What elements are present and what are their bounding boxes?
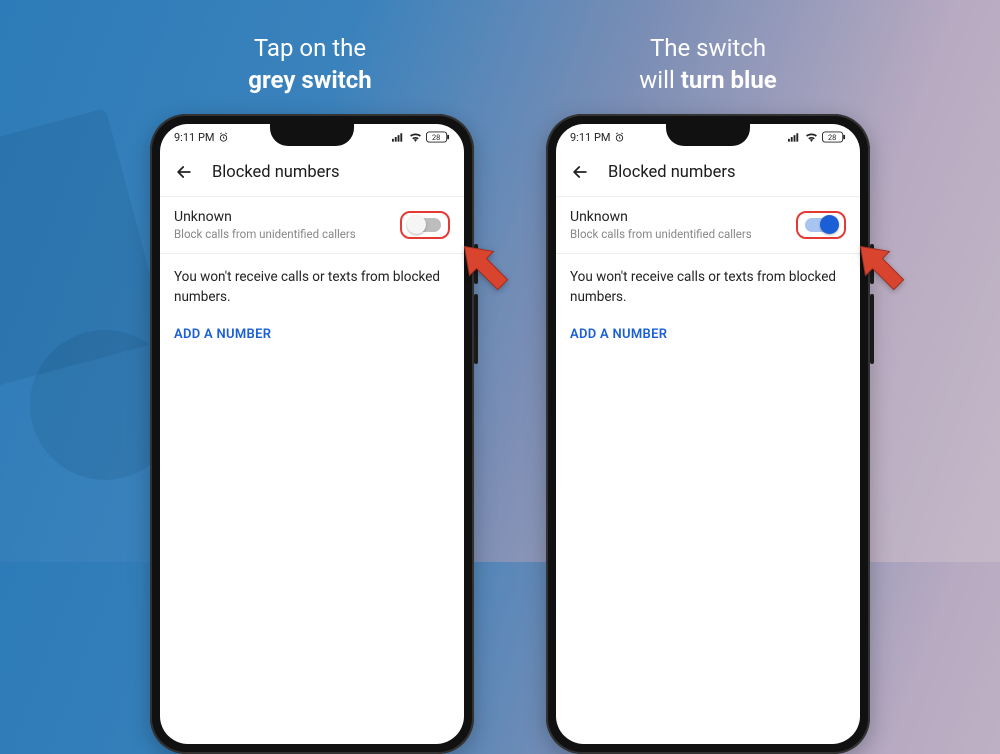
phone-notch [270,124,354,146]
row-title: Unknown [570,209,752,225]
unknown-callers-row[interactable]: Unknown Block calls from unidentified ca… [556,197,860,254]
unknown-toggle-on[interactable] [805,218,837,232]
phone-screen: 9:11 PM 28 Blocked numbers Unknown Block… [556,124,860,744]
phone-mockup-after: 9:11 PM 28 Blocked numbers Unknown Block… [546,114,870,754]
back-arrow-icon[interactable] [174,162,194,182]
info-text: You won't receive calls or texts from bl… [160,254,464,313]
row-subtitle: Block calls from unidentified callers [174,227,356,241]
back-arrow-icon[interactable] [570,162,590,182]
caption-text: The switch [650,34,766,62]
alarm-icon [218,132,229,143]
signal-icon [392,132,405,142]
switch-highlight [400,211,450,239]
callout-arrow-icon [846,232,916,302]
phone-side-button [474,294,478,364]
wifi-icon [409,132,422,142]
info-text: You won't receive calls or texts from bl… [556,254,860,313]
caption-right: The switch will turn blue [558,32,858,97]
row-title: Unknown [174,209,356,225]
status-time: 9:11 PM [174,131,214,144]
alarm-icon [614,132,625,143]
page-title: Blocked numbers [212,163,340,182]
unknown-toggle-off[interactable] [409,218,441,232]
callout-arrow-icon [450,232,520,302]
wifi-icon [805,132,818,142]
battery-icon: 28 [426,131,450,143]
unknown-callers-row[interactable]: Unknown Block calls from unidentified ca… [160,197,464,254]
caption-left: Tap on the grey switch [160,32,460,97]
caption-bold: grey switch [248,66,372,94]
add-number-button[interactable]: ADD A NUMBER [556,313,860,356]
phone-notch [666,124,750,146]
page-title: Blocked numbers [608,163,736,182]
caption-text: Tap on the [254,34,366,62]
phone-side-button [870,294,874,364]
row-subtitle: Block calls from unidentified callers [570,227,752,241]
phone-mockup-before: 9:11 PM 28 Blocked numbers Unknown Block… [150,114,474,754]
status-time: 9:11 PM [570,131,610,144]
tutorial-canvas: Tap on the grey switch The switch will t… [0,0,1000,562]
caption-bold: turn blue [681,66,777,94]
switch-highlight [796,211,846,239]
battery-icon: 28 [822,131,846,143]
app-bar: Blocked numbers [556,150,860,197]
caption-text: will [639,66,681,94]
app-bar: Blocked numbers [160,150,464,197]
phone-screen: 9:11 PM 28 Blocked numbers Unknown Block… [160,124,464,744]
svg-text:28: 28 [828,133,836,142]
svg-text:28: 28 [432,133,440,142]
add-number-button[interactable]: ADD A NUMBER [160,313,464,356]
signal-icon [788,132,801,142]
